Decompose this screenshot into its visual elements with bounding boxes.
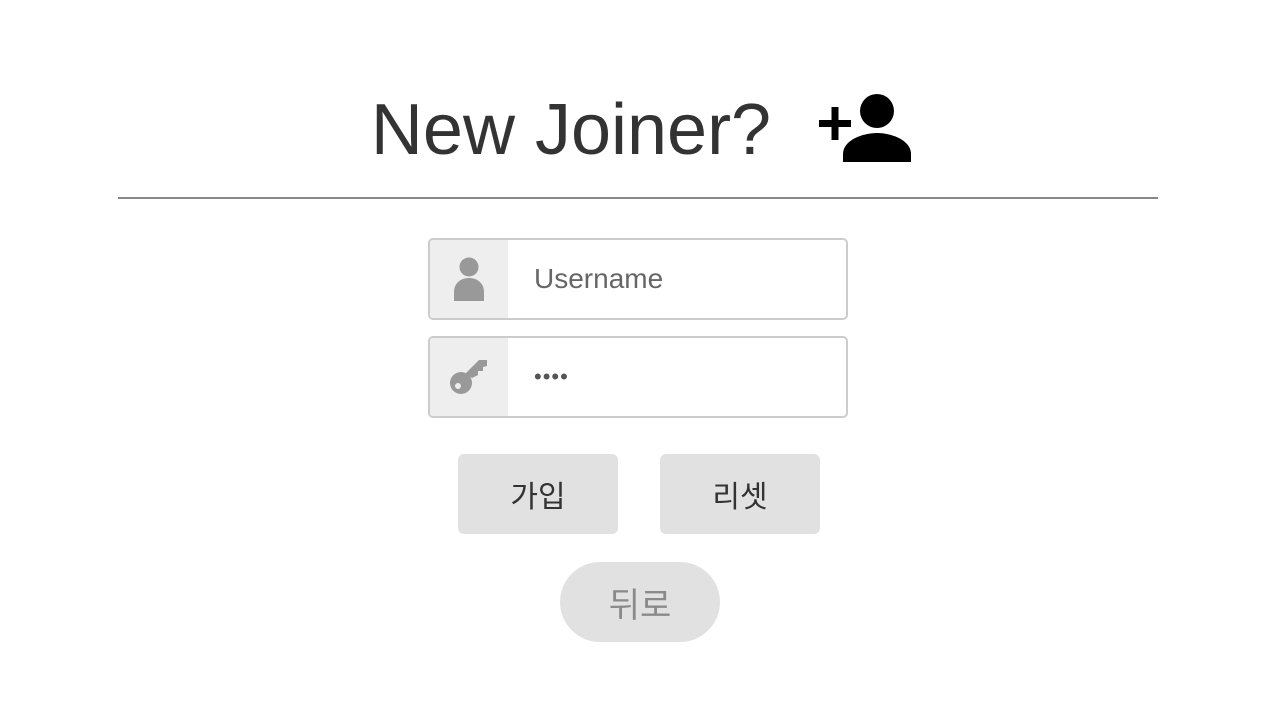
header-divider [118, 197, 1158, 199]
add-user-icon [819, 94, 912, 162]
reset-button[interactable]: 리셋 [660, 454, 820, 534]
join-button[interactable]: 가입 [458, 454, 618, 534]
username-addon [430, 240, 508, 318]
back-button[interactable]: 뒤로 [560, 562, 720, 642]
username-input[interactable] [508, 240, 846, 318]
password-addon [430, 338, 508, 416]
password-field [428, 336, 848, 418]
key-icon [450, 360, 487, 394]
signup-page: New Joiner? 가입 [0, 0, 1280, 720]
password-input[interactable] [508, 338, 846, 416]
user-icon [454, 257, 484, 301]
username-field [428, 238, 848, 320]
page-header: New Joiner? [0, 80, 1280, 180]
page-title: New Joiner? [370, 90, 772, 170]
